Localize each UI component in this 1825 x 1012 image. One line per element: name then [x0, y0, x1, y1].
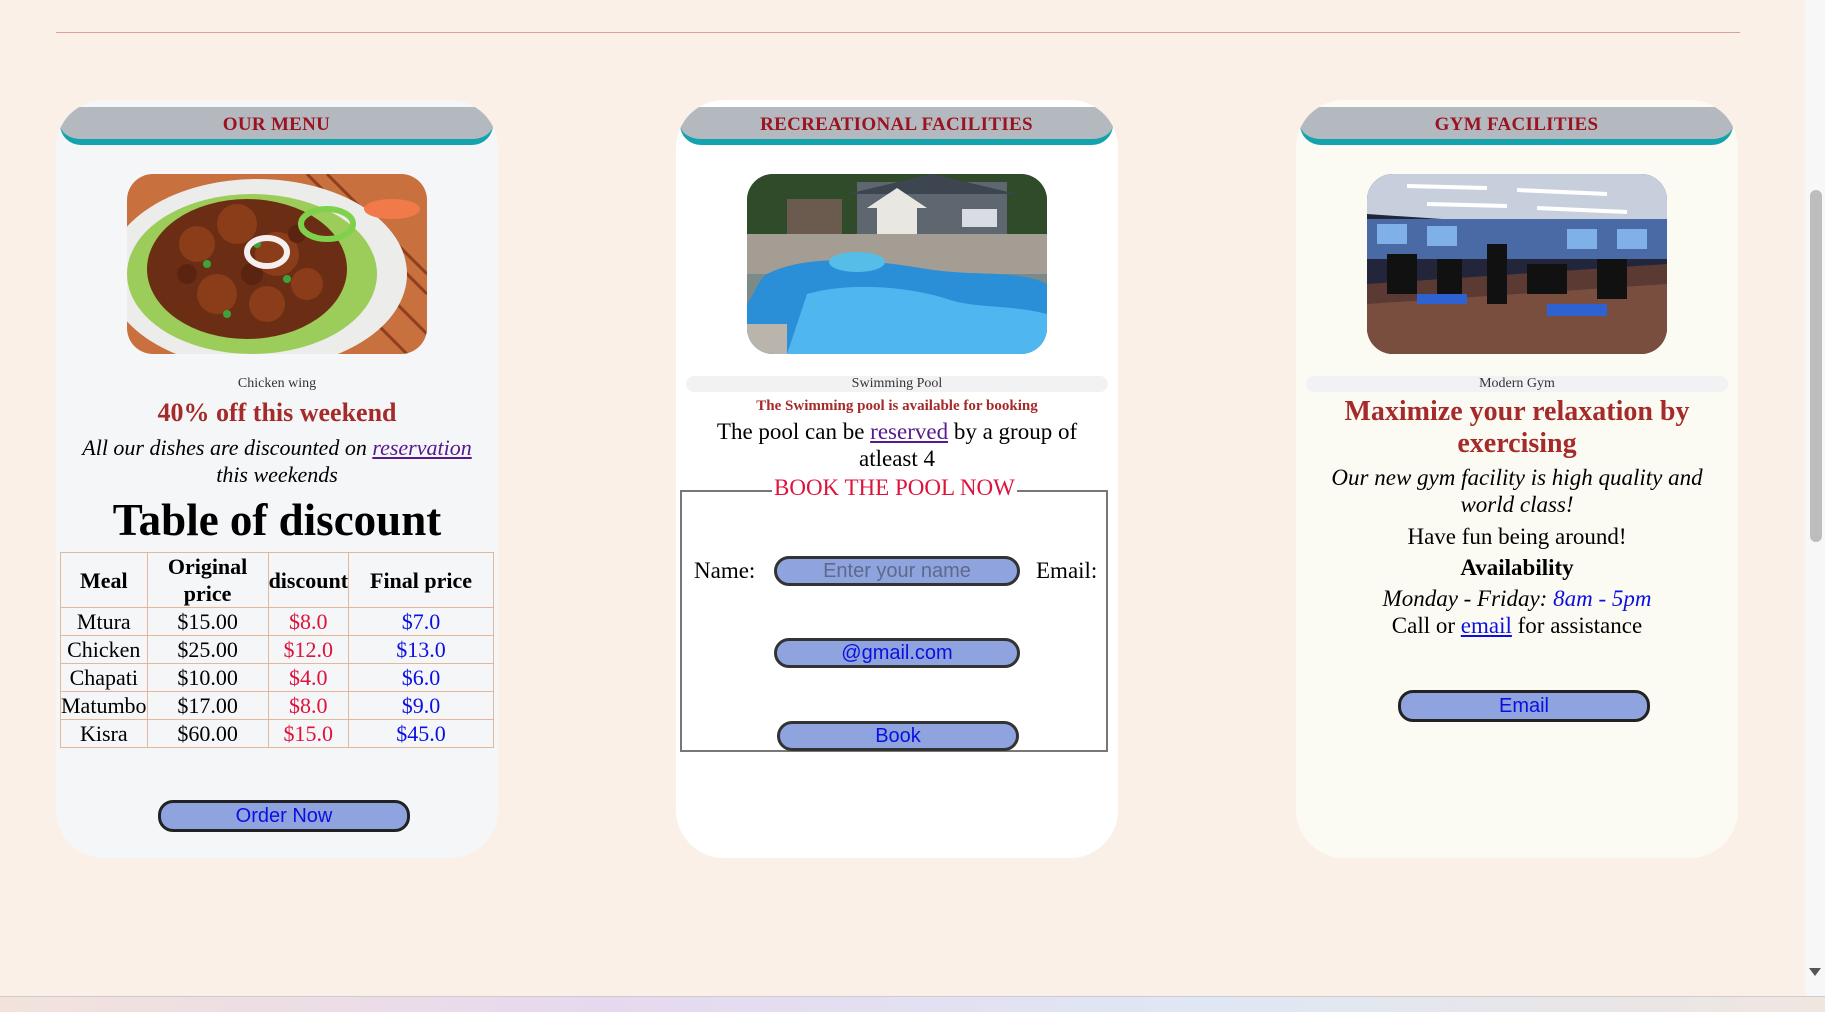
original-price-cell: $60.00 — [146, 719, 269, 748]
book-button[interactable]: Book — [777, 721, 1019, 751]
table-header-original-price: Original price — [146, 552, 269, 608]
discount-description-text: All our dishes are discounted on — [82, 435, 367, 460]
gym-card: GYM FACILITIES Modern Gym Maximize your … — [1296, 100, 1738, 858]
email-input[interactable] — [774, 638, 1020, 668]
taskbar-strip — [0, 996, 1825, 1012]
meal-cell: Matumbo — [60, 691, 148, 720]
menu-card: OUR MENU Chicken wing 40% off this weeke… — [56, 100, 498, 858]
top-divider — [56, 32, 1740, 33]
discount-cell: $12.0 — [267, 635, 350, 664]
gym-fun-text: Have fun being around! — [1407, 524, 1627, 549]
gym-contact-tail: for assistance — [1517, 613, 1643, 638]
original-price-cell: $25.00 — [146, 635, 269, 664]
gym-days: Monday - Friday: — [1382, 586, 1548, 611]
final-price-cell: $9.0 — [348, 691, 494, 720]
meal-cell: Chapati — [60, 663, 148, 692]
table-row: Chicken $25.00 $12.0 $13.0 — [60, 635, 494, 664]
table-header-row: Meal Original price discount Final price — [60, 552, 494, 608]
final-price-cell: $45.0 — [348, 719, 494, 748]
final-price-cell: $6.0 — [348, 663, 494, 692]
vertical-scrollbar[interactable] — [1805, 0, 1825, 1000]
gym-contact-text: Call or — [1391, 613, 1456, 638]
pool-description-text: The pool can be — [716, 419, 865, 444]
table-row: Chapati $10.00 $4.0 $6.0 — [60, 663, 494, 692]
original-price-cell: $15.00 — [146, 607, 269, 636]
name-label: Name: — [694, 558, 756, 583]
modern-gym-image — [1367, 174, 1667, 354]
table-row: Kisra $60.00 $15.0 $45.0 — [60, 719, 494, 748]
weekend-promo: 40% off this weekend — [157, 398, 397, 427]
table-header-discount: discount — [267, 552, 350, 608]
gym-headline: Maximize your relaxation by exercising — [1344, 396, 1690, 459]
gym-schedule: Monday - Friday: 8am - 5pm — [1296, 586, 1738, 612]
order-now-button[interactable]: Order Now — [158, 800, 410, 832]
menu-image-caption: Chicken wing — [237, 376, 317, 391]
booking-form-legend: BOOK THE POOL NOW — [772, 475, 1017, 501]
table-header-meal: Meal — [60, 552, 148, 608]
discount-cell: $8.0 — [267, 607, 350, 636]
recreational-card: RECREATIONAL FACILITIES Swimming Pool Th… — [676, 100, 1118, 858]
discount-description: All our dishes are discounted on reserva… — [56, 434, 498, 488]
table-header-final-price: Final price — [348, 552, 494, 608]
meal-cell: Kisra — [60, 719, 148, 748]
gym-card-title: GYM FACILITIES — [1300, 107, 1733, 145]
meal-cell: Mtura — [60, 607, 148, 636]
menu-card-title: OUR MENU — [60, 107, 493, 145]
discount-table: Meal Original price discount Final price… — [60, 552, 494, 748]
discount-cell: $8.0 — [267, 691, 350, 720]
email-label: Email: — [1036, 558, 1098, 583]
pool-image-caption: Swimming Pool — [686, 376, 1108, 392]
recreational-card-title: RECREATIONAL FACILITIES — [680, 107, 1113, 145]
gym-hours: 8am - 5pm — [1553, 586, 1652, 611]
final-price-cell: $13.0 — [348, 635, 494, 664]
gym-contact: Call or email for assistance — [1296, 613, 1738, 639]
name-input[interactable] — [774, 556, 1020, 586]
pool-booking-form: BOOK THE POOL NOW Name: Email: Book — [680, 475, 1108, 752]
discount-table-title: Table of discount — [112, 495, 442, 545]
table-row: Mtura $15.00 $8.0 $7.0 — [60, 607, 494, 636]
meal-cell: Chicken — [60, 635, 148, 664]
original-price-cell: $10.00 — [146, 663, 269, 692]
discount-cell: $4.0 — [267, 663, 350, 692]
reservation-link[interactable]: reservation — [372, 435, 471, 460]
email-link[interactable]: email — [1461, 613, 1512, 638]
reserved-link[interactable]: reserved — [870, 419, 948, 444]
swimming-pool-image — [747, 174, 1047, 354]
table-row: Matumbo $17.00 $8.0 $9.0 — [60, 691, 494, 720]
pool-availability: The Swimming pool is available for booki… — [756, 398, 1038, 414]
scrollbar-thumb[interactable] — [1810, 190, 1822, 542]
gym-image-caption: Modern Gym — [1306, 376, 1728, 392]
discount-description-tail: this weekends — [216, 462, 338, 487]
gym-availability-label: Availability — [1460, 555, 1574, 580]
email-button[interactable]: Email — [1398, 690, 1650, 722]
pool-description: The pool can be reserved by a group of a… — [696, 418, 1098, 472]
chicken-wing-image — [127, 174, 427, 354]
scroll-down-arrow-icon[interactable] — [1809, 968, 1821, 976]
original-price-cell: $17.00 — [146, 691, 269, 720]
gym-tagline: Our new gym facility is high quality and… — [1331, 465, 1703, 517]
final-price-cell: $7.0 — [348, 607, 494, 636]
discount-cell: $15.0 — [267, 719, 350, 748]
